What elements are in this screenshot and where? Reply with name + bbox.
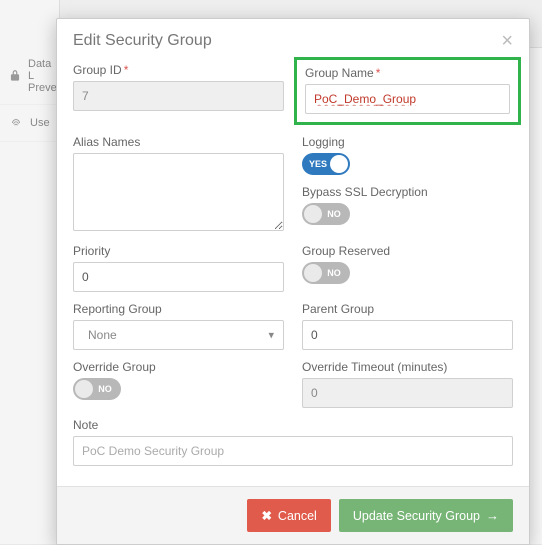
override-group-label: Override Group bbox=[73, 360, 284, 374]
toggle-knob bbox=[330, 155, 348, 173]
cancel-button-label: Cancel bbox=[278, 509, 317, 523]
bg-item-label-2: Preve bbox=[28, 82, 57, 94]
alias-names-label: Alias Names bbox=[73, 135, 284, 149]
priority-input[interactable] bbox=[73, 262, 284, 292]
parent-group-input[interactable] bbox=[302, 320, 513, 350]
toggle-state-label: NO bbox=[98, 384, 112, 394]
background-right-edge bbox=[530, 48, 542, 544]
alias-names-textarea[interactable] bbox=[73, 153, 284, 231]
group-id-input bbox=[73, 81, 284, 111]
modal-header: Edit Security Group × bbox=[57, 19, 529, 59]
update-security-group-button[interactable]: Update Security Group → bbox=[339, 499, 513, 532]
bypass-ssl-toggle[interactable]: NO bbox=[302, 203, 350, 225]
override-timeout-label: Override Timeout (minutes) bbox=[302, 360, 513, 374]
group-reserved-label: Group Reserved bbox=[302, 244, 513, 258]
group-name-input[interactable] bbox=[305, 84, 510, 114]
group-name-highlight: Group Name* bbox=[294, 57, 521, 125]
bg-item-label: Use bbox=[30, 117, 50, 129]
bypass-ssl-label: Bypass SSL Decryption bbox=[302, 185, 513, 199]
note-input[interactable] bbox=[73, 436, 513, 466]
note-label: Note bbox=[73, 418, 513, 432]
reporting-group-select[interactable]: ▾ bbox=[73, 320, 284, 350]
parent-group-label: Parent Group bbox=[302, 302, 513, 316]
logging-label: Logging bbox=[302, 135, 513, 149]
background-sidebar: Data L Preve Use bbox=[0, 0, 60, 544]
logging-toggle[interactable]: YES bbox=[302, 153, 350, 175]
modal-body: Group ID* Group Name* Alias Names Loggin… bbox=[57, 59, 529, 486]
group-name-label: Group Name* bbox=[305, 66, 510, 80]
priority-label: Priority bbox=[73, 244, 284, 258]
bg-sidebar-item-user: Use bbox=[0, 105, 59, 142]
group-reserved-toggle[interactable]: NO bbox=[302, 262, 350, 284]
edit-security-group-modal: Edit Security Group × Group ID* Group Na… bbox=[56, 18, 530, 545]
x-icon: ✖ bbox=[261, 508, 271, 523]
toggle-knob bbox=[304, 264, 322, 282]
close-icon[interactable]: × bbox=[501, 31, 513, 51]
bg-item-label: Data L bbox=[28, 58, 51, 82]
toggle-state-label: NO bbox=[327, 209, 341, 219]
fingerprint-icon bbox=[8, 115, 24, 131]
toggle-state-label: NO bbox=[327, 268, 341, 278]
required-asterisk: * bbox=[124, 63, 129, 77]
modal-footer: ✖ Cancel Update Security Group → bbox=[57, 486, 529, 544]
arrow-right-icon: → bbox=[486, 508, 499, 523]
modal-title: Edit Security Group bbox=[73, 32, 212, 50]
override-timeout-input bbox=[302, 378, 513, 408]
group-id-label: Group ID* bbox=[73, 63, 284, 77]
required-asterisk: * bbox=[376, 66, 381, 80]
toggle-knob bbox=[75, 380, 93, 398]
toggle-state-label: YES bbox=[309, 159, 327, 169]
lock-icon bbox=[8, 68, 22, 84]
reporting-group-value[interactable] bbox=[73, 320, 284, 350]
toggle-knob bbox=[304, 205, 322, 223]
submit-button-label: Update Security Group bbox=[353, 509, 480, 523]
reporting-group-label: Reporting Group bbox=[73, 302, 284, 316]
bg-sidebar-item-data: Data L Preve bbox=[0, 48, 59, 105]
cancel-button[interactable]: ✖ Cancel bbox=[247, 499, 330, 532]
override-group-toggle[interactable]: NO bbox=[73, 378, 121, 400]
